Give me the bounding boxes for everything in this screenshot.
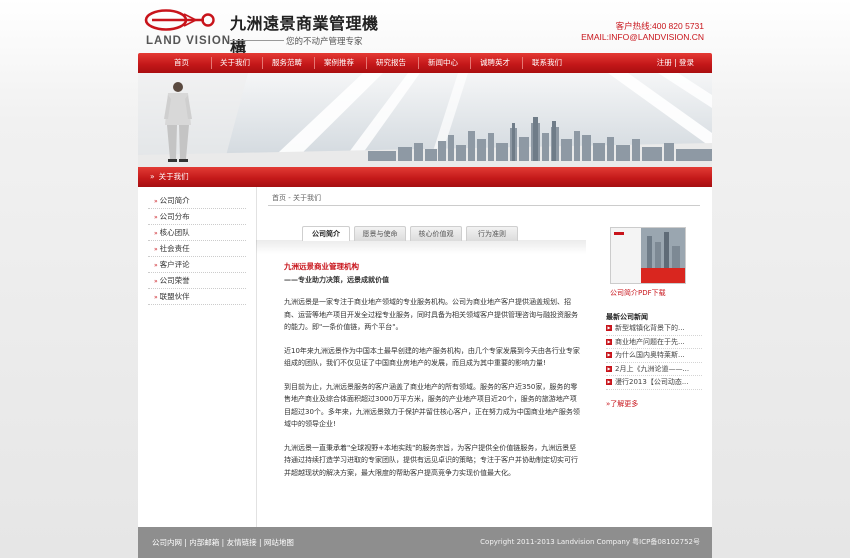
- sidebar-menu: » 公司简介 » 公司分布 » 核心团队 » 社会责任 » 客户评论 » 公司荣誉 » 联盟伙…: [148, 193, 246, 305]
- section-title-text: 关于我们: [158, 172, 189, 181]
- sidebar-item-client-reviews[interactable]: » 客户评论: [148, 257, 246, 273]
- news-item-label: 新型城镇化背景下的...: [615, 324, 685, 332]
- more-news-label: 了解更多: [610, 399, 639, 408]
- article-subtitle: ——专业助力决策，远景成就价值: [284, 275, 389, 284]
- tab-core-values[interactable]: 核心价值观: [410, 226, 462, 241]
- hero-banner: [138, 73, 712, 167]
- article-title: 九洲远景商业管理机构: [284, 262, 359, 271]
- nav-item-contact[interactable]: 联系我们: [532, 53, 562, 73]
- right-column: 公司简介PDF下载 最新公司新闻 ▶ 新型城镇化背景下的... ▶ 商业地产问题在于…: [606, 227, 702, 409]
- more-news-link[interactable]: »了解更多: [606, 399, 702, 409]
- news-item[interactable]: ▶ 2月上《九洲论道——...: [606, 363, 702, 376]
- sidebar-item-honors[interactable]: » 公司荣誉: [148, 273, 246, 289]
- sidebar-item-label: 联盟伙伴: [159, 292, 190, 301]
- logo-english-name: LAND VISION: [146, 35, 232, 47]
- sidebar-item-label: 客户评论: [159, 260, 190, 269]
- breadcrumb: 首页 - 关于我们: [272, 194, 321, 202]
- sidebar-item-partners[interactable]: » 联盟伙伴: [148, 289, 246, 305]
- article-paragraph: 到目前为止，九洲远景服务的客户涵盖了商业地产的所有领域。服务的客户近350家，服…: [284, 382, 580, 429]
- sidebar-item-label: 核心团队: [159, 228, 190, 237]
- news-item-label: 为什么国内奥特莱斯...: [615, 351, 685, 359]
- news-item[interactable]: ▶ 新型城镇化背景下的...: [606, 322, 702, 336]
- footer-links[interactable]: 公司内网 | 内部邮箱 | 友情链接 | 网站地图: [152, 527, 294, 558]
- play-icon: ▶: [606, 325, 612, 331]
- play-icon: ▶: [606, 365, 612, 372]
- logo-tagline: 您的不动产管理专家: [286, 37, 363, 47]
- city-skyline-illustration: [138, 73, 712, 167]
- nav-divider: [470, 57, 471, 69]
- sidebar-item-core-team[interactable]: » 核心团队: [148, 225, 246, 241]
- news-item[interactable]: ▶ 为什么国内奥特莱斯...: [606, 349, 702, 363]
- nav-item-services[interactable]: 服务范畴: [272, 53, 302, 73]
- nav-divider: [418, 57, 419, 69]
- main-nav: 首页 关于我们 服务范畴 案例推荐 研究报告 新闻中心 诚聘英才 联系我们 注册…: [138, 53, 712, 73]
- tab-code-of-conduct[interactable]: 行为准则: [466, 226, 518, 241]
- brochure-cover-image: [611, 228, 685, 283]
- sidebar-item-label: 社会责任: [159, 244, 190, 253]
- bullet-icon: »: [154, 198, 158, 205]
- bullet-icon: »: [154, 262, 158, 269]
- email-text: EMAIL:INFO@LANDVISION.CN: [581, 32, 704, 42]
- play-icon: ▶: [606, 352, 612, 358]
- logo-chinese-name: 九洲遠景商業管理機構: [230, 14, 379, 57]
- news-item-label: 2月上《九洲论道——...: [615, 364, 690, 373]
- footer: 公司内网 | 内部邮箱 | 友情链接 | 网站地图 Copyright 2011…: [138, 527, 712, 558]
- news-item[interactable]: ▶ 漫行2013【公司动态...: [606, 376, 702, 390]
- bullet-icon: »: [154, 230, 158, 237]
- nav-item-cases[interactable]: 案例推荐: [324, 53, 354, 73]
- logo-mark-icon: [144, 9, 215, 31]
- tab-company-intro[interactable]: 公司简介: [302, 226, 350, 241]
- main-content: » 公司简介 » 公司分布 » 核心团队 » 社会责任 » 客户评论 » 公司荣誉 » 联盟伙…: [138, 187, 712, 527]
- tab-shadow: [256, 240, 586, 254]
- arrow-right-icon: »: [150, 172, 155, 181]
- sidebar-item-label: 公司简介: [159, 196, 190, 205]
- news-item-label: 漫行2013【公司动态...: [615, 378, 689, 386]
- bullet-icon: »: [154, 294, 158, 301]
- hotline-text: 客户热线:400 820 5731: [615, 21, 704, 31]
- nav-divider: [262, 57, 263, 69]
- bullet-icon: »: [154, 278, 158, 285]
- bullet-icon: »: [154, 246, 158, 253]
- news-section-title: 最新公司新闻: [606, 313, 648, 321]
- footer-copyright: Copyright 2011-2013 Landvision Company 粤…: [480, 538, 700, 546]
- sidebar-item-social-responsibility[interactable]: » 社会责任: [148, 241, 246, 257]
- pdf-download-link[interactable]: 公司简介PDF下载: [610, 288, 702, 298]
- play-icon: ▶: [606, 379, 612, 385]
- nav-divider: [522, 57, 523, 69]
- nav-item-news[interactable]: 新闻中心: [428, 53, 458, 73]
- sidebar-item-distribution[interactable]: » 公司分布: [148, 209, 246, 225]
- news-item-label: 商业地产问题在于先...: [615, 337, 685, 346]
- nav-item-research[interactable]: 研究报告: [376, 53, 406, 73]
- play-icon: ▶: [606, 338, 612, 345]
- register-login-link[interactable]: 注册 | 登录: [657, 53, 694, 73]
- sidebar-item-label: 公司分布: [159, 212, 190, 221]
- bullet-icon: »: [154, 214, 158, 221]
- sidebar-item-label: 公司荣誉: [159, 276, 190, 285]
- sidebar-item-company-intro[interactable]: » 公司简介: [148, 193, 246, 209]
- contact-info: 客户热线:400 820 5731 EMAIL:INFO@LANDVISION.…: [581, 21, 704, 43]
- nav-divider: [211, 57, 212, 69]
- nav-item-careers[interactable]: 诚聘英才: [480, 53, 510, 73]
- tab-vision-mission[interactable]: 愿景与使命: [354, 226, 406, 241]
- nav-item-home[interactable]: 首页: [174, 53, 189, 73]
- article-body: 九洲远景商业管理机构 ——专业助力决策，远景成就价值 九洲远景是一家专注于商业地…: [284, 261, 580, 490]
- article-paragraph: 九洲远景是一家专注于商业地产领域的专业服务机构。公司为商业地产客户提供涵盖规划、…: [284, 298, 578, 331]
- nav-divider: [314, 57, 315, 69]
- section-header-bar: » 关于我们: [138, 167, 712, 187]
- logo[interactable]: LAND VISION 九洲遠景商業管理機構 您的不动产管理专家: [144, 9, 394, 57]
- column-divider: [256, 187, 257, 527]
- breadcrumb-underline: [268, 205, 700, 206]
- article-paragraph: 九洲远景一直秉承着"全球视野+本地实践"的服务宗旨，为客户提供全价值链服务，九洲…: [284, 443, 578, 477]
- logo-divider: [230, 40, 284, 41]
- article-paragraph: 近10年来九洲远景作为中国本土最早创建的地产服务机构，由几个专家发展到今天由各行…: [284, 346, 580, 368]
- nav-item-about[interactable]: 关于我们: [220, 53, 250, 73]
- brochure-thumbnail[interactable]: [610, 227, 686, 284]
- nav-divider: [366, 57, 367, 69]
- section-title: » 关于我们: [150, 167, 189, 187]
- news-item[interactable]: ▶ 商业地产问题在于先...: [606, 336, 702, 349]
